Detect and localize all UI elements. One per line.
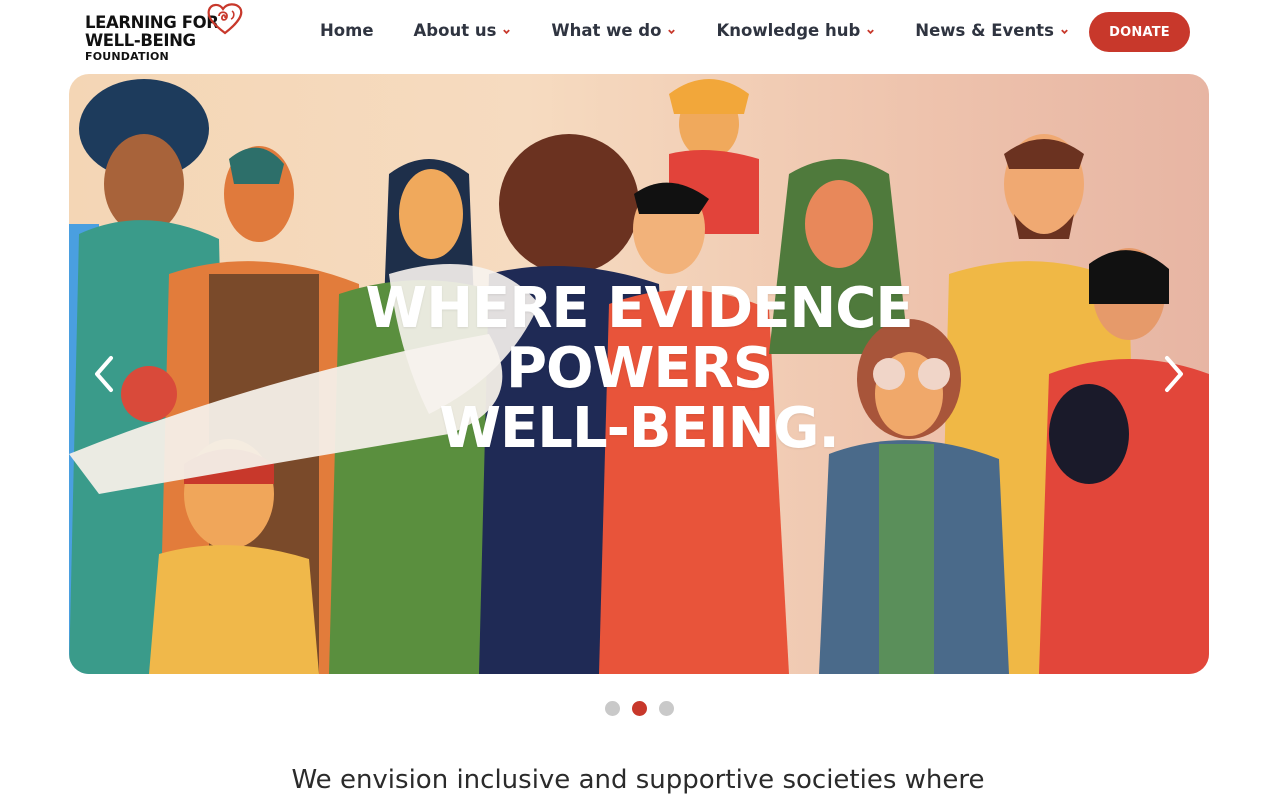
carousel-indicators bbox=[605, 701, 686, 716]
logo-text: LEARNING FOR WELL-BEING FOUNDATION bbox=[85, 14, 219, 64]
logo-line-1: LEARNING FOR bbox=[85, 13, 219, 32]
nav-item-label: News & Events bbox=[915, 20, 1054, 40]
carousel-dot-3[interactable] bbox=[659, 701, 674, 716]
hero-title-line-2: POWERS bbox=[505, 336, 773, 401]
nav-item-home[interactable]: Home bbox=[320, 19, 374, 41]
nav-item-label: Home bbox=[320, 20, 374, 40]
logo-line-2: WELL-BEING bbox=[85, 31, 196, 50]
chevron-left-icon[interactable] bbox=[89, 352, 119, 396]
nav-item-label: About us bbox=[413, 20, 497, 40]
chevron-down-icon bbox=[1061, 29, 1068, 34]
logo-line-3: FOUNDATION bbox=[85, 50, 169, 63]
chevron-down-icon bbox=[867, 29, 875, 34]
carousel-dot-1[interactable] bbox=[605, 701, 620, 716]
mission-statement: We envision inclusive and supportive soc… bbox=[291, 765, 985, 795]
nav-item-what-we-do[interactable]: What we do bbox=[551, 19, 676, 41]
nav-item-label: What we do bbox=[551, 20, 662, 40]
chevron-down-icon bbox=[668, 29, 676, 34]
chevron-right-icon[interactable] bbox=[1159, 352, 1189, 396]
nav-item-label: Knowledge hub bbox=[716, 20, 861, 40]
nav-item-about-us[interactable]: About us bbox=[414, 19, 512, 41]
logo[interactable]: LEARNING FOR WELL-BEING FOUNDATION bbox=[85, 2, 245, 64]
hero-carousel: WHERE EVIDENCE POWERS WELL-BEING. bbox=[69, 74, 1209, 674]
site-header: LEARNING FOR WELL-BEING FOUNDATION Home … bbox=[0, 0, 1276, 64]
main-nav: Home About us What we do Knowledge hub N… bbox=[320, 19, 1109, 41]
nav-item-news-events[interactable]: News & Events bbox=[915, 19, 1069, 41]
hero-title-line-3: WELL-BEING. bbox=[439, 396, 840, 461]
carousel-dot-2[interactable] bbox=[632, 701, 647, 716]
hero-title-line-1: WHERE EVIDENCE bbox=[365, 276, 913, 341]
chevron-down-icon bbox=[503, 29, 511, 34]
hero-title: WHERE EVIDENCE POWERS WELL-BEING. bbox=[339, 279, 939, 459]
heart-icon bbox=[207, 3, 243, 35]
donate-button[interactable]: DONATE bbox=[1089, 12, 1190, 52]
nav-item-knowledge-hub[interactable]: Knowledge hub bbox=[716, 19, 875, 41]
